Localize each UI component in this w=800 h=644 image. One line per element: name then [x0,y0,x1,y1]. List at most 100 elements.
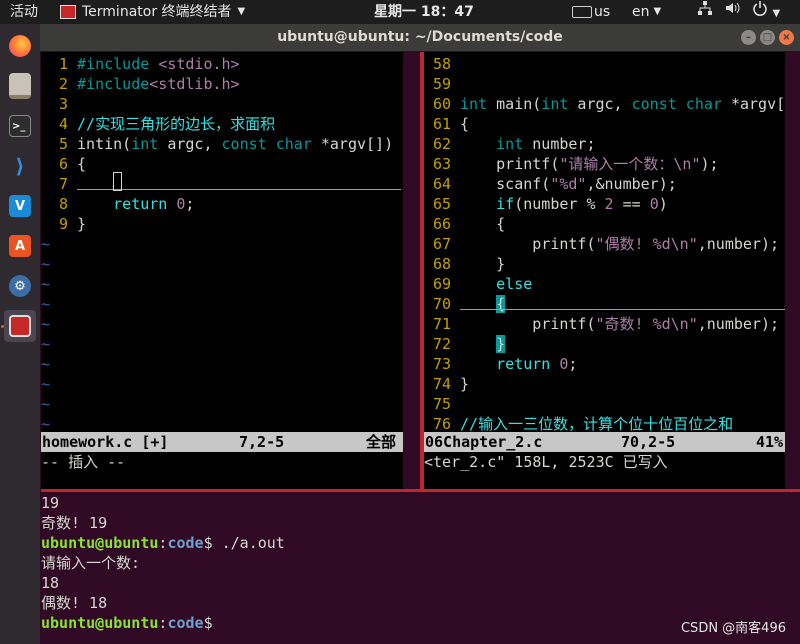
code-line: 63 printf("请输入一个数：\n"); [424,154,719,174]
app-menu[interactable]: Terminator 终端终结者 ▼ [60,0,245,24]
empty-line-marker: ~ [41,315,51,333]
dock-firefox[interactable] [4,30,36,62]
code-line: 4 //实现三角形的边长，求面积 [41,114,275,134]
code-line: 68 } [424,254,505,274]
line-number: 6 [58,155,68,173]
terminal-output-line: ubuntu@ubuntu:code$ [41,613,213,633]
code-token: { [77,155,87,173]
chevron-down-icon: ▼ [237,6,246,17]
code-token: printf( [460,315,596,333]
line-number: 73 [432,355,451,373]
code-comment: //实现三角形的边长，求面积 [77,115,276,133]
empty-line-marker: ~ [41,415,51,433]
code-line: 64 scanf("%d",&number); [424,174,677,194]
window-titlebar[interactable]: ubuntu@ubuntu: ~/Documents/code – □ × [40,24,800,51]
code-token: } [460,255,506,273]
terminal-pane-right[interactable]: 58 59 60 int main(int argc, const char *… [424,52,785,489]
terminal-pane-left[interactable]: 1 #include <stdio.h> 2 #include<stdlib.h>… [41,52,403,489]
volume-icon[interactable] [724,0,740,24]
watermark: CSDN @南客496 [680,621,786,636]
empty-line-marker: ~ [41,255,51,273]
firefox-icon [9,35,31,57]
cursor-line [77,189,401,190]
keyboard-layout-indicator[interactable]: us [572,0,610,24]
text-cursor [113,172,122,191]
line-number: 9 [58,215,68,233]
line-number: 60 [432,95,451,113]
code-line: 58 [424,54,460,74]
code-token: #include [77,55,159,73]
code-string: "奇数! %d\n" [595,315,698,333]
cursor-line [460,309,785,310]
code-token: (number % [514,195,605,213]
line-number: 69 [432,275,451,293]
vim-status-line: homework.c [+] 7,2-5 全部 [41,432,403,452]
vim-status-line: 06Chapter_2.c 70,2-5 41% [424,432,785,452]
code-token: int [496,135,524,153]
dock-network-tool[interactable]: ⚙ [4,270,36,302]
terminator-icon [9,315,31,337]
code-token: number; [523,135,596,153]
code-token: ubuntu@ubuntu [41,614,159,632]
code-token: if [496,195,515,213]
code-line: 7 [41,174,77,194]
line-number: 63 [432,155,451,173]
code-string: <stdio.h> [158,55,240,73]
code-token: argc, [158,135,222,153]
terminal-output-line: 偶数! 18 [41,593,107,613]
dock-vscode[interactable]: ⟩ [4,150,36,182]
dock-terminal[interactable]: >_ [4,110,36,142]
code-token: int [541,95,569,113]
code-token: ,number); [697,315,780,333]
code-token: ); [700,155,719,173]
window-title: ubuntu@ubuntu: ~/Documents/code [277,29,563,45]
code-token: { [460,115,470,133]
pane-splitter-vertical[interactable] [403,52,424,489]
terminal-output-line: ubuntu@ubuntu:code$ ./a.out [41,533,285,553]
code-token: $ ./a.out [203,534,285,552]
line-number: 70 [432,295,451,313]
code-line: 66 { [424,214,505,234]
empty-line-marker: ~ [41,355,51,373]
terminal-output-line: 请输入一个数: [41,553,140,573]
code-line: 72 } [424,334,506,354]
empty-line-marker: ~ [41,235,51,253]
close-button[interactable]: × [779,30,794,45]
terminal-output-line: 18 [41,573,59,593]
dock-files[interactable] [4,70,36,102]
running-indicator [1,325,4,328]
line-number: 5 [58,135,68,153]
network-icon[interactable] [697,0,713,24]
dock-software[interactable]: A [4,230,36,262]
input-language[interactable]: en ▼ [632,0,661,24]
dock-terminator[interactable] [4,310,36,342]
code-token: { [496,295,506,313]
dock-vmware[interactable]: V [4,190,36,222]
clock[interactable]: 星期一 18：47 [374,0,474,24]
line-number: 76 [432,415,451,433]
code-token: int [131,135,159,153]
chevron-down-icon: ▼ [653,6,662,17]
code-token: { [460,215,506,233]
line-number: 74 [432,375,451,393]
code-line: 75 [424,394,460,414]
minimize-button[interactable]: – [741,30,756,45]
code-line: 67 printf("偶数! %d\n",number); [424,234,779,254]
code-token: *argv[]) [311,135,394,153]
code-token: 18 [41,574,60,592]
code-token: const char [631,95,722,113]
code-token: ,number); [697,235,780,253]
status-position: 7,2-5 [239,433,285,451]
power-icon[interactable]: ▼ [752,0,780,24]
activities-button[interactable]: 活动 [10,0,38,24]
code-line: 76 //输入一三位数，计算个位十位百位之和 [424,414,733,434]
vim-command-line: -- 插入 -- [41,453,126,471]
line-number: 4 [58,115,68,133]
code-line: 62 int number; [424,134,596,154]
code-line: 2 #include<stdlib.h> [41,74,240,94]
maximize-button[interactable]: □ [760,30,775,45]
code-token: main( [487,95,542,113]
code-token: 2 [604,195,614,213]
